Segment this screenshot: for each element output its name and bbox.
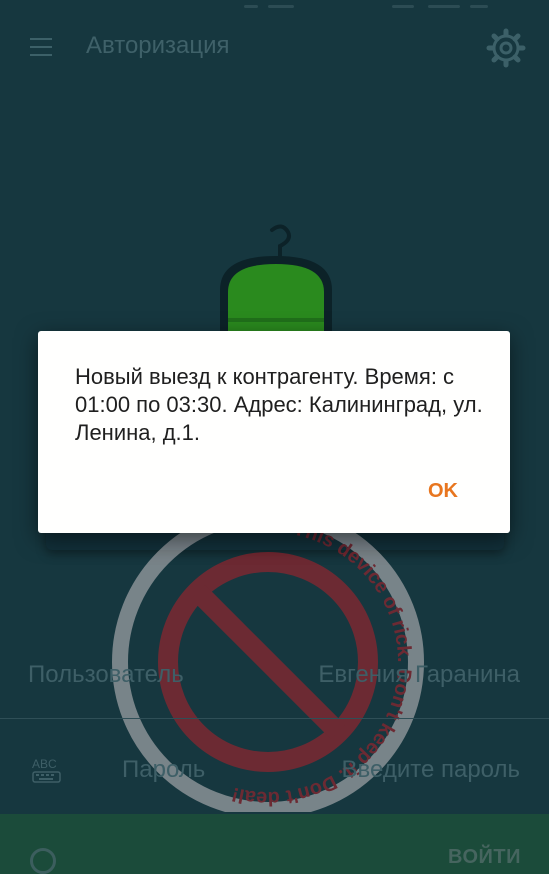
dialog-message: Новый выезд к контрагенту. Время: с 01:0…	[75, 364, 483, 445]
app-bar: Авторизация	[0, 14, 549, 78]
keyboard-icon[interactable]: ABC	[31, 756, 63, 784]
password-label: Пароль	[122, 756, 206, 783]
login-button-label: ВОЙТИ	[448, 846, 521, 868]
menu-icon[interactable]	[30, 38, 54, 56]
user-value[interactable]: Евгения Гаранина	[318, 661, 520, 689]
login-button[interactable]: ВОЙТИ	[0, 814, 549, 874]
status-bar	[0, 0, 549, 14]
settings-gear-icon[interactable]	[486, 28, 526, 68]
divider	[0, 718, 549, 719]
fingerprint-icon	[30, 848, 56, 874]
user-label: Пользователь	[28, 661, 184, 688]
alert-dialog: Новый выезд к контрагенту. Время: с 01:0…	[38, 331, 510, 533]
page-title: Авторизация	[86, 32, 230, 59]
ok-button[interactable]: OK	[428, 480, 458, 503]
keyboard-icon-label: ABC	[32, 757, 57, 771]
password-input[interactable]: Введите пароль	[342, 756, 520, 784]
